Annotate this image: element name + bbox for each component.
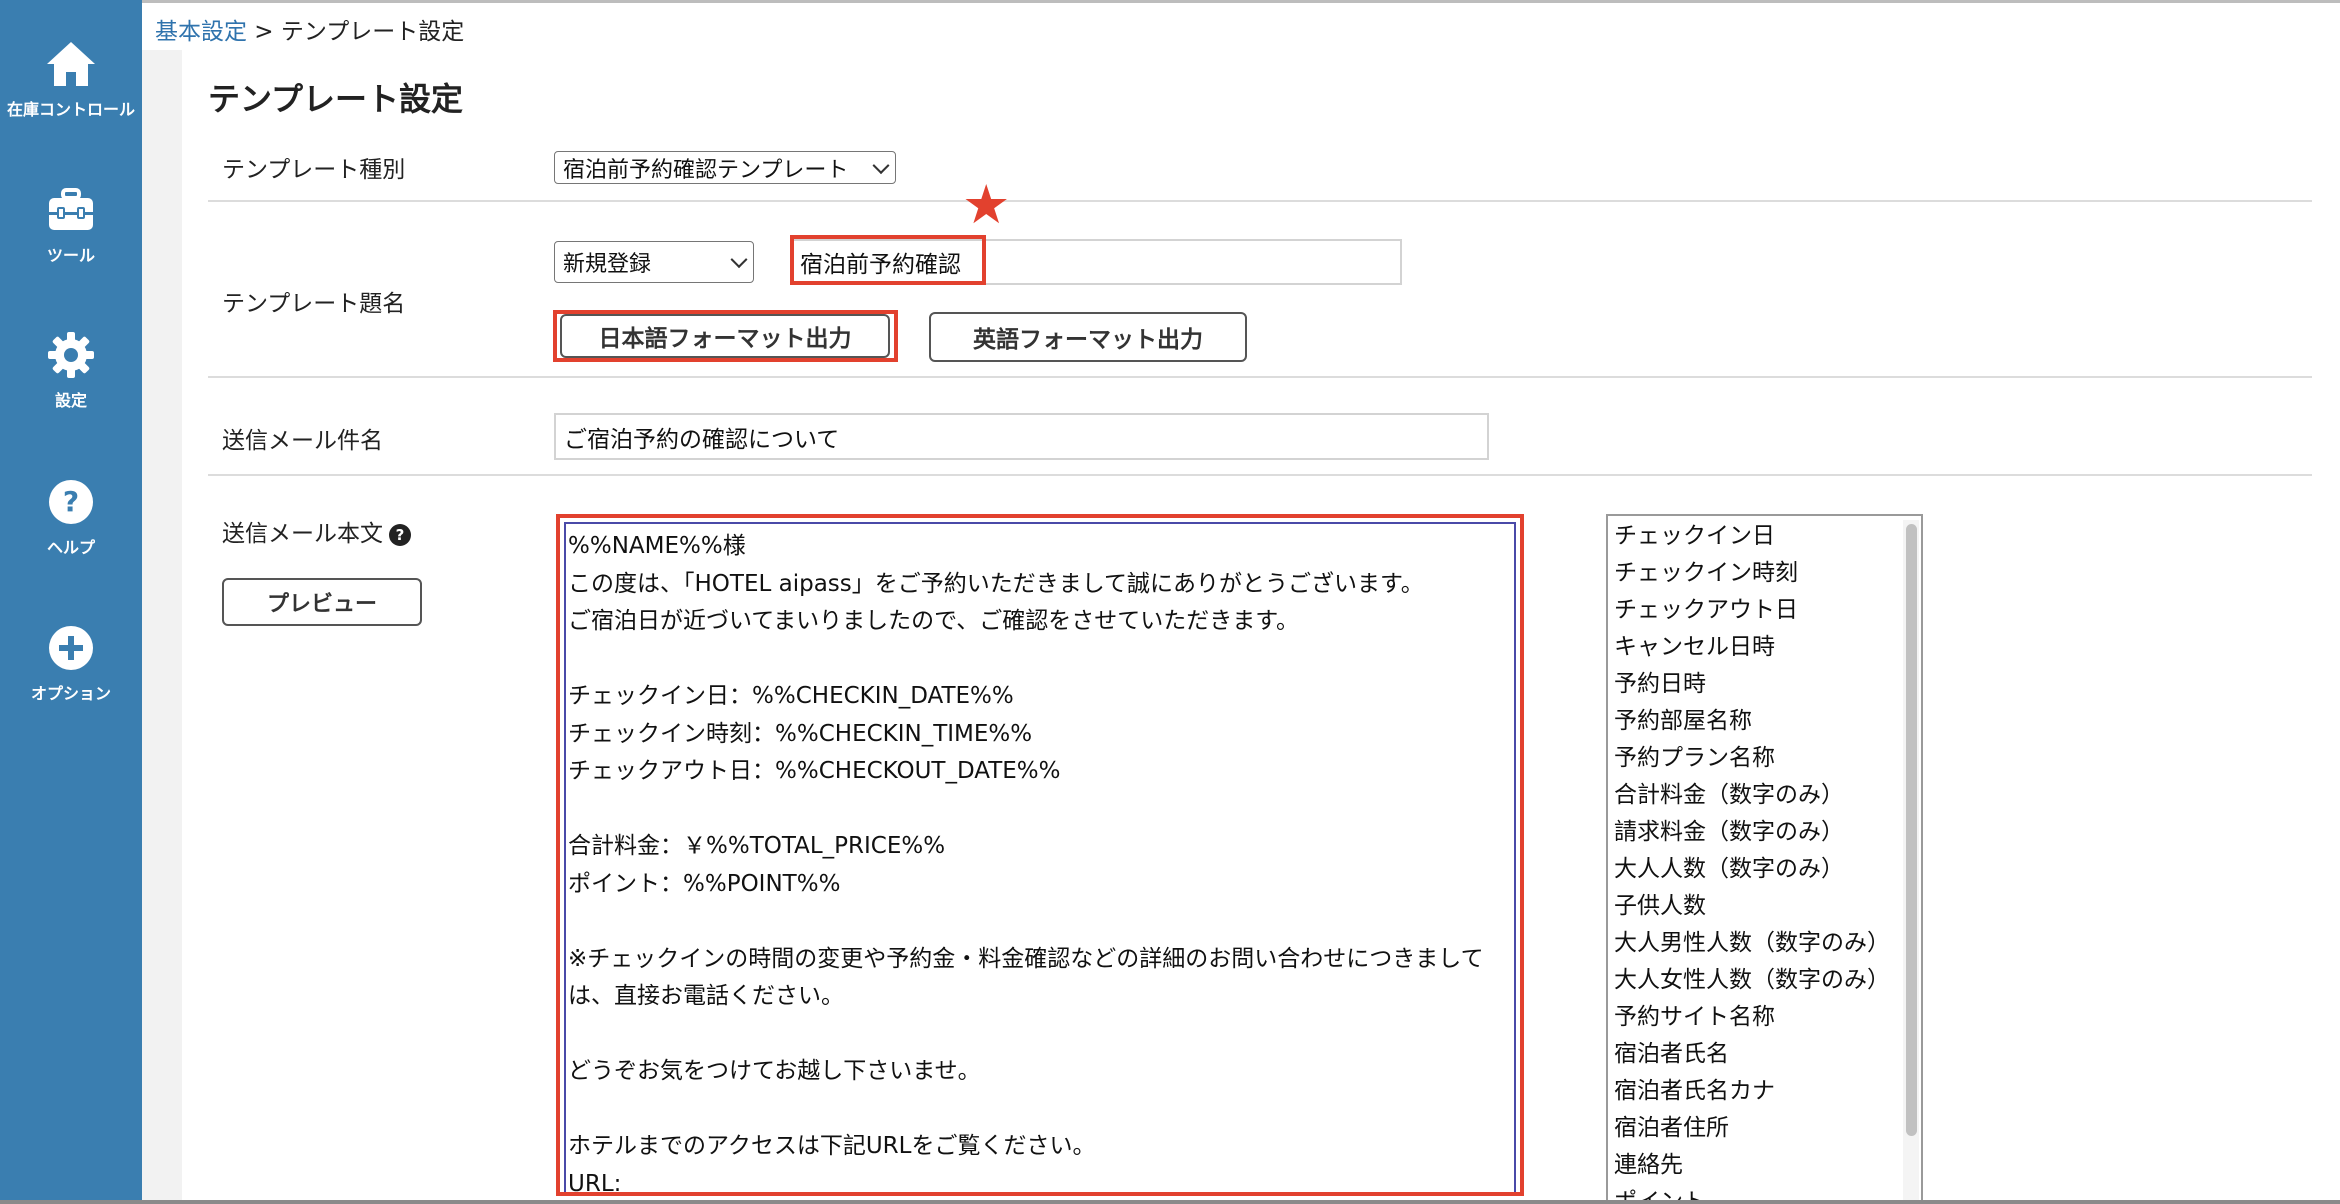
sidebar-item-tools[interactable]: ツール: [0, 182, 142, 292]
variable-item[interactable]: 大人男性人数（数字のみ）: [1614, 925, 1890, 962]
page-title: テンプレート設定: [208, 80, 464, 118]
variable-item[interactable]: チェックイン日: [1614, 518, 1890, 555]
variable-item[interactable]: 大人人数（数字のみ）: [1614, 851, 1890, 888]
mail-body-label-group: 送信メール本文?: [222, 514, 411, 548]
chevron-down-icon: [730, 251, 748, 269]
breadcrumb-link-basic-settings[interactable]: 基本設定: [155, 19, 247, 45]
template-type-selected-value: 宿泊前予約確認テンプレート: [563, 157, 849, 183]
scrollbar-thumb[interactable]: [1906, 524, 1917, 1136]
mail-subject-input[interactable]: ご宿泊予約の確認について: [554, 413, 1489, 460]
variable-item[interactable]: キャンセル日時: [1614, 629, 1890, 666]
toolbox-icon: [43, 182, 99, 238]
variable-item[interactable]: 宿泊者氏名: [1614, 1036, 1890, 1073]
sidebar-item-label: ヘルプ: [46, 538, 95, 557]
svg-text:?: ?: [63, 485, 79, 518]
template-type-label: テンプレート種別: [222, 157, 406, 183]
japanese-format-highlight: [553, 310, 898, 362]
gear-icon: [43, 327, 99, 383]
variable-list[interactable]: チェックイン日 チェックイン時刻 チェックアウト日 キャンセル日時 予約日時 予約部屋名称…: [1606, 514, 1923, 1204]
variable-item[interactable]: 予約日時: [1614, 666, 1890, 703]
window-bottom-border: [0, 1200, 2340, 1204]
template-name-label: テンプレート題名: [222, 291, 406, 317]
sidebar-item-label: 設定: [54, 391, 87, 410]
variable-item[interactable]: 宿泊者氏名カナ: [1614, 1073, 1890, 1110]
mail-body-textarea[interactable]: %%NAME%%様 この度は、「HOTEL aipass」をご予約いただきまして…: [556, 514, 1524, 1196]
preview-button[interactable]: プレビュー: [222, 578, 422, 626]
variable-item[interactable]: 請求料金（数字のみ）: [1614, 814, 1890, 851]
plus-circle-icon: [43, 620, 99, 676]
sidebar-item-label: 在庫コントロール: [6, 100, 135, 119]
content-gutter: [142, 50, 182, 1200]
variable-items: チェックイン日 チェックイン時刻 チェックアウト日 キャンセル日時 予約日時 予約部屋名称…: [1614, 518, 1890, 1202]
sidebar-item-inventory-control[interactable]: 在庫コントロール: [0, 36, 142, 146]
variable-item[interactable]: 大人女性人数（数字のみ）: [1614, 962, 1890, 999]
variable-item[interactable]: 連絡先: [1614, 1147, 1890, 1184]
sidebar-item-settings[interactable]: 設定: [0, 327, 142, 437]
sidebar-item-help[interactable]: ? ヘルプ: [0, 474, 142, 584]
variable-item[interactable]: 子供人数: [1614, 888, 1890, 925]
template-name-highlight: [790, 235, 986, 285]
variable-item[interactable]: 宿泊者住所: [1614, 1110, 1890, 1147]
variable-item[interactable]: チェックアウト日: [1614, 592, 1890, 629]
template-mode-selected-value: 新規登録: [563, 252, 652, 277]
mail-body-label: 送信メール本文: [222, 521, 383, 547]
breadcrumb-current: テンプレート設定: [280, 19, 465, 45]
chevron-down-icon: [872, 156, 890, 174]
mail-body-text: %%NAME%%様 この度は、「HOTEL aipass」をご予約いただきまして…: [564, 522, 1516, 1192]
variable-item[interactable]: 予約プラン名称: [1614, 740, 1890, 777]
sidebar: 在庫コントロール ツール 設定 ? ヘルプ オプション: [0, 0, 142, 1204]
english-format-output-button[interactable]: 英語フォーマット出力: [929, 312, 1247, 362]
breadcrumb: 基本設定 > テンプレート設定: [155, 12, 464, 46]
help-circle-icon: ?: [43, 474, 99, 530]
sidebar-item-label: オプション: [30, 684, 111, 703]
mail-subject-label: 送信メール件名: [222, 428, 383, 454]
star-marker-icon: ★: [962, 173, 1011, 236]
divider: [208, 200, 2312, 202]
sidebar-item-options[interactable]: オプション: [0, 620, 142, 730]
question-help-icon[interactable]: ?: [389, 523, 411, 546]
divider: [208, 376, 2312, 378]
variable-item[interactable]: 予約部屋名称: [1614, 703, 1890, 740]
window-top-border: [0, 0, 2340, 3]
breadcrumb-separator: >: [247, 19, 281, 45]
home-icon: [43, 36, 99, 92]
template-type-select[interactable]: 宿泊前予約確認テンプレート: [554, 151, 896, 184]
sidebar-item-label: ツール: [46, 246, 95, 265]
variable-item[interactable]: 合計料金（数字のみ）: [1614, 777, 1890, 814]
variable-item[interactable]: 予約サイト名称: [1614, 999, 1890, 1036]
divider: [208, 474, 2312, 476]
mail-subject-value: ご宿泊予約の確認について: [564, 426, 840, 453]
template-mode-select[interactable]: 新規登録: [554, 241, 754, 283]
variable-item[interactable]: チェックイン時刻: [1614, 555, 1890, 592]
